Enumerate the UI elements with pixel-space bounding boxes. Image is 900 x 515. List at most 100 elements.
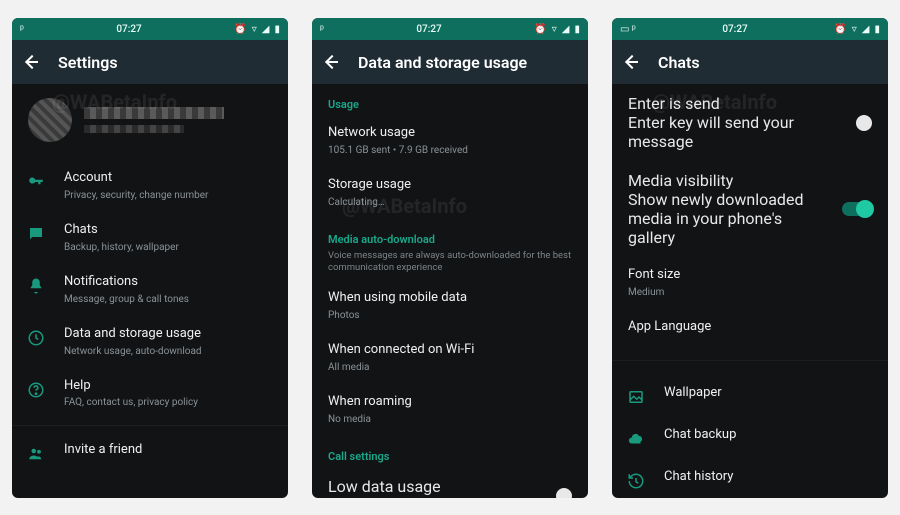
phone-settings: ᵖ 07:27 ⏰ ▿ ◢ ▮ Settings @WABetaInfo Acc…: [12, 18, 288, 498]
page-title: Data and storage usage: [358, 53, 527, 72]
settings-item-notifications[interactable]: Notifications Message, group & call tone…: [12, 264, 288, 316]
item-subtitle: All media: [328, 361, 572, 374]
back-icon[interactable]: [624, 54, 640, 70]
p-icon: ᵖ: [320, 24, 324, 35]
help-icon: [26, 380, 46, 400]
phone-data-storage: ᵖ 07:27 ⏰ ▿ ◢ ▮ Data and storage usage @…: [312, 18, 588, 498]
settings-list: Account Privacy, security, change number…: [12, 160, 288, 484]
item-title: Enter is send: [628, 94, 846, 113]
status-time: 07:27: [116, 24, 141, 35]
item-title: App Language: [628, 319, 872, 336]
item-title: When connected on Wi-Fi: [328, 342, 572, 359]
battery-icon: ▮: [274, 24, 280, 35]
toggle-off-indicator[interactable]: [856, 115, 872, 131]
status-time: 07:27: [722, 24, 747, 35]
item-subtitle: Privacy, security, change number: [64, 189, 272, 202]
item-title: Media visibility: [628, 171, 832, 190]
toggle-off-indicator[interactable]: [556, 488, 572, 498]
people-icon: [26, 444, 46, 464]
item-subtitle: Enter key will send your message: [628, 113, 846, 151]
item-title: When roaming: [328, 394, 572, 411]
profile-name-blurred: [84, 107, 224, 119]
usage-storage[interactable]: Storage usage Calculating…: [312, 167, 588, 219]
call-low-data[interactable]: Low data usage Reduce the data used in a…: [312, 467, 588, 498]
media-mobile[interactable]: When using mobile data Photos: [312, 280, 588, 332]
alarm-icon: ⏰: [834, 24, 846, 35]
item-subtitle: Photos: [328, 309, 572, 322]
section-media-sub: Voice messages are always auto-downloade…: [312, 250, 588, 281]
app-bar: Chats: [612, 40, 888, 84]
item-subtitle: 105.1 GB sent • 7.9 GB received: [328, 144, 572, 157]
item-title: Storage usage: [328, 177, 572, 194]
item-title: Account: [64, 170, 272, 187]
settings-item-invite[interactable]: Invite a friend: [12, 432, 288, 474]
signal-icon: ◢: [562, 24, 570, 35]
item-subtitle: Show newly downloaded media in your phon…: [628, 190, 832, 247]
chat-icon: [26, 224, 46, 244]
profile-status-blurred: [84, 125, 184, 133]
item-subtitle: Medium: [628, 286, 872, 299]
item-title: Help: [64, 378, 272, 395]
media-roaming[interactable]: When roaming No media: [312, 384, 588, 436]
item-subtitle: Message, group & call tones: [64, 293, 272, 306]
battery-icon: ▮: [574, 24, 580, 35]
item-subtitle: Backup, history, wallpaper: [64, 241, 272, 254]
item-title: Font size: [628, 267, 872, 284]
p-icon: ▭ ᵖ: [620, 24, 636, 35]
bell-icon: [26, 276, 46, 296]
app-bar: Data and storage usage: [312, 40, 588, 84]
item-subtitle: Network usage, auto-download: [64, 345, 272, 358]
usage-network[interactable]: Network usage 105.1 GB sent • 7.9 GB rec…: [312, 115, 588, 167]
key-icon: [26, 172, 46, 192]
chats-media-visibility[interactable]: Media visibility Show newly downloaded m…: [612, 161, 888, 257]
status-bar: ᵖ 07:27 ⏰ ▿ ◢ ▮: [312, 18, 588, 40]
data-icon: [26, 328, 46, 348]
item-subtitle: Reduce the data used in a call: [328, 496, 546, 498]
alarm-icon: ⏰: [234, 24, 246, 35]
item-title: Chat backup: [664, 427, 872, 444]
chats-app-language[interactable]: App Language: [612, 309, 888, 346]
app-bar: Settings: [12, 40, 288, 84]
alarm-icon: ⏰: [534, 24, 546, 35]
settings-item-help[interactable]: Help FAQ, contact us, privacy policy: [12, 368, 288, 420]
cloud-icon: [626, 429, 646, 449]
chats-wallpaper[interactable]: Wallpaper: [612, 375, 888, 417]
item-title: Invite a friend: [64, 442, 272, 459]
settings-item-data[interactable]: Data and storage usage Network usage, au…: [12, 316, 288, 368]
chats-backup[interactable]: Chat backup: [612, 417, 888, 459]
chats-font-size[interactable]: Font size Medium: [612, 257, 888, 309]
chats-enter-send[interactable]: Enter is send Enter key will send your m…: [612, 84, 888, 161]
section-media: Media auto-download: [312, 219, 588, 250]
wifi-icon: ▿: [852, 24, 857, 35]
profile-row[interactable]: [12, 84, 288, 160]
signal-icon: ◢: [262, 24, 270, 35]
status-bar: ▭ ᵖ 07:27 ⏰ ▿ ◢ ▮: [612, 18, 888, 40]
item-subtitle: Calculating…: [328, 196, 572, 209]
wifi-icon: ▿: [252, 24, 257, 35]
battery-icon: ▮: [874, 24, 880, 35]
item-title: Chats: [64, 222, 272, 239]
page-title: Chats: [658, 53, 700, 72]
divider: [12, 425, 288, 426]
section-usage: Usage: [312, 84, 588, 115]
settings-item-account[interactable]: Account Privacy, security, change number: [12, 160, 288, 212]
section-call: Call settings: [312, 436, 588, 467]
item-title: When using mobile data: [328, 290, 572, 307]
divider: [612, 360, 888, 361]
page-title: Settings: [58, 53, 118, 72]
status-time: 07:27: [416, 24, 441, 35]
avatar: [28, 98, 72, 142]
chats-history[interactable]: Chat history: [612, 459, 888, 498]
signal-icon: ◢: [862, 24, 870, 35]
switch-on[interactable]: [842, 202, 872, 216]
item-title: Network usage: [328, 125, 572, 142]
item-title: Notifications: [64, 274, 272, 291]
history-icon: [626, 471, 646, 491]
media-wifi[interactable]: When connected on Wi-Fi All media: [312, 332, 588, 384]
item-title: Chat history: [664, 469, 872, 486]
back-icon[interactable]: [324, 54, 340, 70]
phone-chats: ▭ ᵖ 07:27 ⏰ ▿ ◢ ▮ Chats @WABetaInfo Ente…: [612, 18, 888, 498]
settings-item-chats[interactable]: Chats Backup, history, wallpaper: [12, 212, 288, 264]
back-icon[interactable]: [24, 54, 40, 70]
status-bar: ᵖ 07:27 ⏰ ▿ ◢ ▮: [12, 18, 288, 40]
